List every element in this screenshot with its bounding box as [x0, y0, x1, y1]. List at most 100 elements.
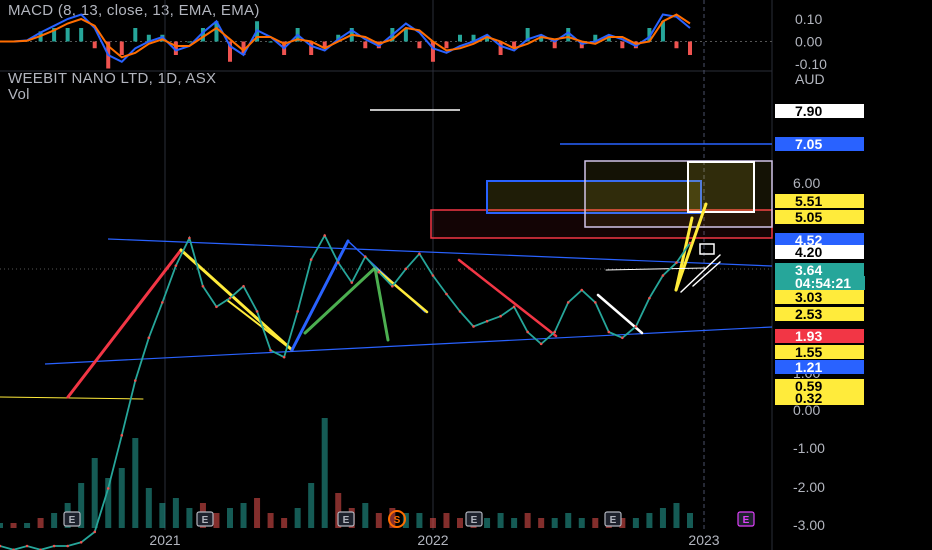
price-point: [25, 544, 29, 548]
macd-histogram-bar: [119, 41, 124, 55]
price-point: [336, 261, 340, 264]
volume-bar: [565, 513, 572, 528]
macd-histogram-bar: [674, 41, 679, 49]
volume-bar: [659, 508, 666, 528]
price-label-text: 5.05: [795, 209, 822, 225]
macd-histogram-bar: [458, 34, 462, 42]
price-label-text: 0.32: [795, 390, 822, 406]
volume-bar: [416, 513, 423, 528]
volume-bar: [457, 518, 463, 528]
price-label-text: 7.05: [795, 136, 822, 152]
price-point: [147, 336, 151, 340]
event-marker-label: E: [69, 515, 76, 526]
volume-bar: [0, 523, 3, 528]
price-point: [228, 296, 232, 300]
volume-bar: [592, 518, 599, 528]
price-point: [133, 379, 137, 382]
macd-axis-tick: 0.00: [795, 34, 822, 50]
price-point: [607, 330, 611, 334]
price-label-text: 7.90: [795, 103, 822, 119]
price-point: [593, 301, 597, 304]
price-label-text: 4.20: [795, 244, 822, 260]
volume-bar: [673, 503, 680, 528]
volume-bar: [145, 488, 152, 528]
price-point: [472, 325, 475, 328]
volume-bar: [213, 513, 220, 528]
price-point: [688, 241, 692, 245]
zone-boxes: [430, 160, 773, 255]
price-point: [201, 284, 205, 288]
macd-histogram-bar: [187, 41, 192, 43]
price-point: [458, 310, 462, 313]
volume-bar: [578, 518, 585, 528]
price-point: [445, 292, 448, 296]
price-point: [93, 530, 97, 534]
volume-bar: [375, 513, 382, 528]
price-point: [79, 540, 83, 544]
price-labels: 7.907.055.515.054.524.203.6404:54:213.03…: [775, 103, 865, 406]
price-point: [539, 342, 543, 346]
time-axis: 2021 2022 2023: [149, 532, 719, 548]
volume-bar: [538, 518, 545, 528]
price-axis-tick: 6.00: [793, 175, 820, 191]
macd-histogram-bar: [268, 41, 273, 43]
event-marker-label: S: [394, 515, 401, 526]
price-point: [215, 305, 218, 309]
price-label-text: 1.93: [795, 328, 822, 344]
volume-bar: [524, 513, 531, 528]
volume-bar: [159, 503, 166, 528]
price-point: [404, 267, 408, 271]
macd-pane: [0, 13, 772, 69]
event-marker-label: E: [471, 515, 478, 526]
macd-histogram-bar: [133, 28, 138, 42]
small-white-box: [699, 243, 715, 255]
event-marker-label: E: [743, 515, 750, 526]
vertical-grid: [164, 0, 705, 530]
price-series: [0, 233, 692, 550]
volume-bar: [497, 513, 504, 528]
price-point: [269, 349, 272, 352]
price-point: [526, 330, 529, 334]
price-label-text: 3.03: [795, 289, 822, 305]
price-point: [282, 355, 286, 359]
price-point: [350, 281, 354, 284]
time-axis-tick: 2023: [688, 532, 719, 548]
trend-channel: [44, 238, 773, 365]
price-point: [242, 284, 245, 288]
price-point: [648, 296, 651, 300]
price-point: [391, 284, 394, 288]
volume-bar: [37, 518, 44, 528]
price-point: [174, 264, 178, 267]
macd-histogram-bar: [79, 28, 84, 42]
macd-histogram-bar: [309, 41, 314, 55]
volume-bar: [240, 503, 247, 528]
price-point: [377, 270, 381, 274]
macd-histogram-bar: [363, 41, 368, 49]
price-point: [661, 274, 665, 277]
volume-bar: [362, 503, 369, 528]
volume-bar: [687, 513, 693, 528]
price-point: [675, 261, 678, 264]
event-marker-label: E: [343, 515, 350, 526]
axis-unit-label: AUD: [795, 71, 825, 87]
volume-bar: [281, 518, 288, 528]
close-price-line: [0, 233, 691, 550]
price-label-text: 1.55: [795, 344, 822, 360]
volume-bar: [511, 518, 518, 528]
price-point: [66, 544, 69, 548]
volume-bar: [132, 438, 139, 528]
macd-axis-tick: 0.10: [795, 11, 822, 27]
price-point: [309, 258, 313, 261]
macd-histogram-bar: [92, 41, 97, 49]
volume-bar: [646, 513, 653, 528]
volume-bar: [632, 518, 639, 528]
event-marker-label: E: [202, 515, 209, 526]
price-point: [566, 301, 570, 304]
price-point: [188, 236, 191, 240]
price-point: [255, 310, 259, 313]
price-point: [296, 310, 299, 313]
price-chart[interactable]: 0.100.00-0.10AUD6.003.001.000.00-1.00-2.…: [0, 0, 932, 550]
price-point: [52, 544, 56, 548]
price-point: [553, 330, 557, 334]
price-point: [120, 434, 124, 437]
